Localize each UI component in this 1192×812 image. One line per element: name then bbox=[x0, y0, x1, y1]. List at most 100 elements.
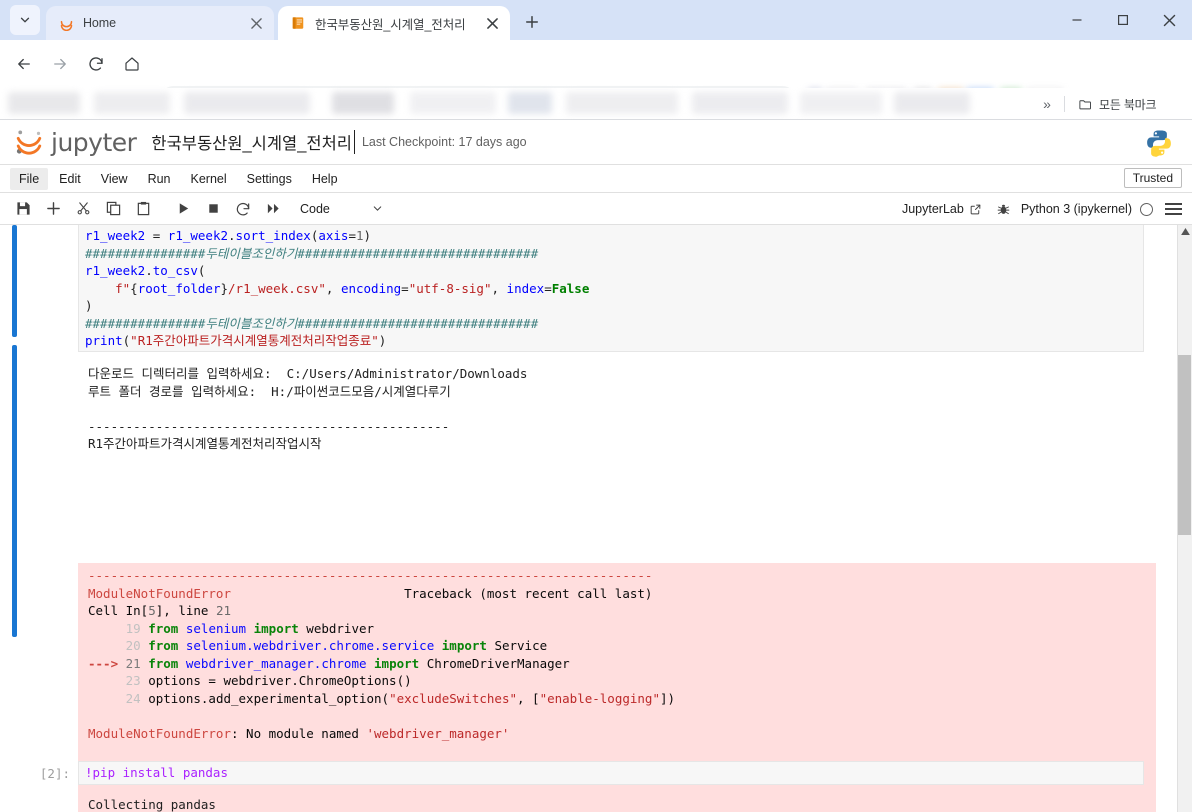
cell-2-source[interactable]: !pip install pandas bbox=[78, 761, 1144, 785]
output-line: 다운로드 디렉터리를 입력하세요: C:/Users/Administrator… bbox=[88, 366, 528, 381]
cell-1-source[interactable]: r1_week2 = r1_week2.sort_index(axis=1) #… bbox=[78, 225, 1144, 352]
window-maximize-button[interactable] bbox=[1100, 0, 1146, 40]
copy-cell-button[interactable] bbox=[100, 197, 126, 221]
arrow-right-icon bbox=[54, 58, 66, 70]
bookmark-item[interactable] bbox=[8, 92, 80, 114]
bookmark-item[interactable] bbox=[332, 92, 394, 114]
output-line: ----------------------------------------… bbox=[88, 418, 450, 434]
menu-help[interactable]: Help bbox=[303, 168, 347, 190]
burger-line bbox=[1165, 203, 1182, 205]
bookmark-item[interactable] bbox=[94, 92, 170, 114]
scroll-up-arrow-icon[interactable] bbox=[1181, 228, 1190, 235]
menu-edit[interactable]: Edit bbox=[50, 168, 90, 190]
code-line: f"{root_folder}/r1_week.csv", encoding="… bbox=[115, 280, 590, 296]
burger-line bbox=[1165, 208, 1182, 210]
folder-icon bbox=[1079, 99, 1091, 109]
tab-search-button[interactable] bbox=[10, 5, 40, 35]
error-frame: 20 from selenium.webdriver.chrome.servic… bbox=[125, 638, 548, 653]
external-link-icon[interactable] bbox=[969, 203, 982, 216]
notebook-menubar: File Edit View Run Kernel Settings Help … bbox=[0, 165, 1192, 193]
bookmark-item[interactable] bbox=[894, 92, 970, 114]
bookmark-item[interactable] bbox=[410, 92, 496, 114]
error-frame: 23 options = webdriver.ChromeOptions() bbox=[125, 673, 412, 688]
bookmarks-overflow-button[interactable]: » bbox=[1036, 94, 1058, 114]
bookmark-item[interactable] bbox=[692, 92, 788, 114]
notebook-cells-area: r1_week2 = r1_week2.sort_index(axis=1) #… bbox=[0, 225, 1192, 812]
menu-settings[interactable]: Settings bbox=[238, 168, 301, 190]
error-rule: ----------------------------------------… bbox=[88, 568, 653, 583]
notebook-toolbar: Code JupyterLab Python 3 (ipykernel) bbox=[0, 193, 1192, 225]
tab-title: Home bbox=[83, 16, 116, 30]
debugger-bug-icon[interactable] bbox=[996, 202, 1011, 217]
cell-2-prompt: [2]: bbox=[39, 766, 70, 781]
restart-run-all-button[interactable] bbox=[260, 197, 286, 221]
kernel-name-label[interactable]: Python 3 (ipykernel) bbox=[1021, 202, 1132, 216]
window-controls bbox=[1054, 0, 1192, 40]
arrow-left-icon bbox=[18, 58, 30, 70]
jupyter-wordmark: jupyter bbox=[51, 127, 137, 157]
cell-2-stdout: Collecting pandas Downloading pandas-2.2… bbox=[88, 796, 1187, 812]
cell-selection-bar bbox=[12, 225, 17, 337]
error-message: ModuleNotFoundError: No module named 'we… bbox=[88, 725, 510, 741]
chevron-down-icon bbox=[373, 206, 382, 211]
bookmark-item[interactable] bbox=[184, 92, 310, 114]
code-line: r1_week2.to_csv( bbox=[85, 263, 206, 278]
paste-icon bbox=[137, 201, 149, 216]
output-line: Collecting pandas bbox=[88, 797, 216, 812]
paste-cell-button[interactable] bbox=[130, 197, 156, 221]
all-bookmarks-label: 모든 북마크 bbox=[1099, 97, 1157, 112]
output-line: 루트 폴더 경로를 입력하세요: H:/파이썬코드모음/시계열다루기 bbox=[88, 383, 451, 399]
menu-kernel[interactable]: Kernel bbox=[182, 168, 236, 190]
side-panel-icon[interactable] bbox=[1165, 200, 1182, 218]
notebook-scrollbar[interactable] bbox=[1177, 225, 1192, 812]
notebook-icon bbox=[290, 15, 306, 31]
restart-kernel-button[interactable] bbox=[230, 197, 256, 221]
browser-tab-home[interactable]: Home bbox=[46, 6, 274, 40]
browser-toolbar: localhost:8888/notebooks/파이썬코드모음/시계열다루기/… bbox=[0, 40, 1192, 118]
burger-line bbox=[1165, 213, 1182, 215]
window-minimize-button[interactable] bbox=[1054, 0, 1100, 40]
toolbar-right-group: JupyterLab Python 3 (ipykernel) bbox=[902, 193, 1182, 225]
cell-type-value: Code bbox=[300, 201, 330, 216]
maximize-icon bbox=[1118, 15, 1129, 26]
cell-type-select[interactable]: Code bbox=[300, 202, 384, 216]
bookmark-item[interactable] bbox=[566, 92, 678, 114]
menu-view[interactable]: View bbox=[92, 168, 137, 190]
kernel-idle-circle-icon[interactable] bbox=[1140, 202, 1153, 216]
window-close-button[interactable] bbox=[1146, 0, 1192, 40]
insert-cell-button[interactable] bbox=[40, 197, 66, 221]
cut-icon bbox=[77, 202, 89, 215]
cut-cell-button[interactable] bbox=[70, 197, 96, 221]
jupyterlab-link[interactable]: JupyterLab bbox=[902, 202, 964, 216]
all-bookmarks-button[interactable]: 모든 북마크 bbox=[1078, 93, 1157, 115]
cell-1-stdout: 다운로드 디렉터리를 입력하세요: C:/Users/Administrator… bbox=[88, 365, 527, 453]
back-button[interactable] bbox=[8, 48, 40, 80]
jupyter-notebook-app: jupyter 한국부동산원_시계열_전처리 Last Checkpoint: … bbox=[0, 120, 1192, 812]
close-icon[interactable] bbox=[246, 13, 266, 33]
forward-button[interactable] bbox=[44, 48, 76, 80]
trusted-badge[interactable]: Trusted bbox=[1123, 168, 1182, 188]
bookmark-item[interactable] bbox=[800, 92, 882, 114]
notebook-filename[interactable]: 한국부동산원_시계열_전처리 bbox=[151, 130, 355, 154]
menu-file[interactable]: File bbox=[10, 167, 49, 190]
new-tab-button[interactable] bbox=[518, 8, 546, 36]
run-icon bbox=[179, 203, 188, 214]
run-cell-button[interactable] bbox=[170, 197, 196, 221]
interrupt-kernel-button[interactable] bbox=[200, 197, 226, 221]
add-cell-icon bbox=[46, 202, 60, 215]
reload-button[interactable] bbox=[80, 48, 112, 80]
browser-tab-notebook[interactable]: 한국부동산원_시계열_전처리 bbox=[278, 6, 510, 40]
scrollbar-thumb[interactable] bbox=[1178, 355, 1191, 535]
home-button[interactable] bbox=[116, 48, 148, 80]
save-button[interactable] bbox=[10, 197, 36, 221]
error-frame: 24 options.add_experimental_option("excl… bbox=[125, 690, 676, 706]
jupyter-logo-icon bbox=[16, 130, 42, 155]
python-logo-icon bbox=[1147, 130, 1171, 157]
menu-run[interactable]: Run bbox=[139, 168, 180, 190]
stop-icon bbox=[208, 204, 218, 213]
close-icon[interactable] bbox=[482, 13, 502, 33]
jupyter-logo-icon bbox=[58, 15, 74, 31]
error-header-line: ModuleNotFoundError Traceback (most rece… bbox=[88, 585, 653, 601]
bookmark-item[interactable] bbox=[508, 92, 552, 114]
